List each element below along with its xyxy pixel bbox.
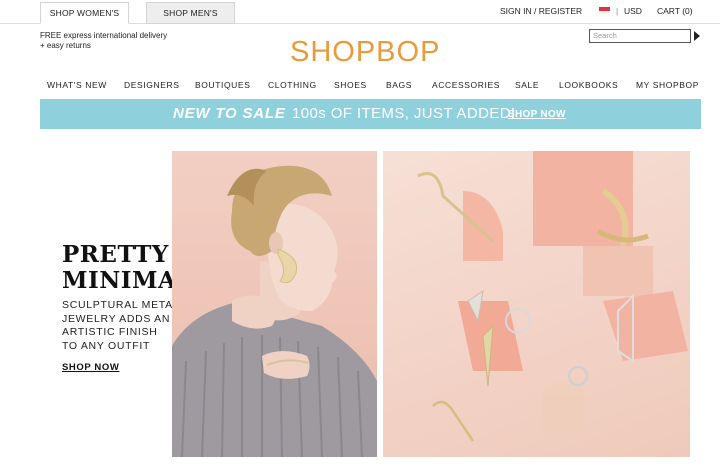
- tab-shop-womens[interactable]: SHOP WOMEN'S: [40, 2, 129, 24]
- jewelry-illustration: [417, 151, 688, 442]
- shopbop-logo[interactable]: SHOPBOP: [290, 36, 450, 69]
- jewelry-photo[interactable]: [383, 151, 690, 457]
- sign-in-register-link[interactable]: SIGN IN / REGISTER: [500, 6, 582, 16]
- model-photo[interactable]: [172, 151, 377, 457]
- banner-lead: NEW TO SALE: [173, 105, 286, 122]
- model-illustration: [172, 165, 377, 457]
- flag-icon[interactable]: [599, 7, 610, 14]
- nav-item-bags[interactable]: BAGS: [386, 80, 412, 90]
- delivery-promo-line2[interactable]: + easy returns: [40, 41, 91, 50]
- nav-item-whats-new[interactable]: WHAT'S NEW: [47, 80, 107, 90]
- arrow-right-icon[interactable]: [694, 31, 700, 41]
- search-input[interactable]: Search: [589, 29, 691, 43]
- cart-link[interactable]: CART (0): [657, 6, 693, 16]
- delivery-promo-line1[interactable]: FREE express international delivery: [40, 31, 167, 40]
- nav-item-shoes[interactable]: SHOES: [334, 80, 367, 90]
- tab-shop-mens[interactable]: SHOP MEN'S: [146, 2, 235, 24]
- nav-item-boutiques[interactable]: BOUTIQUES: [195, 80, 250, 90]
- sale-banner[interactable]: NEW TO SALE 100s OF ITEMS, JUST ADDED! S…: [40, 99, 701, 129]
- nav-item-accessories[interactable]: ACCESSORIES: [432, 80, 500, 90]
- nav-item-sale[interactable]: SALE: [515, 80, 539, 90]
- main-nav: WHAT'S NEW DESIGNERS BOUTIQUES CLOTHING …: [0, 80, 720, 94]
- banner-text: 100s OF ITEMS, JUST ADDED!: [292, 105, 516, 122]
- banner-shop-now-link[interactable]: SHOP NOW: [508, 109, 566, 120]
- currency-selector[interactable]: USD: [624, 6, 642, 16]
- nav-item-designers[interactable]: DESIGNERS: [124, 80, 179, 90]
- account-separator: |: [616, 6, 619, 16]
- nav-item-my-shopbop[interactable]: MY SHOPBOP: [636, 80, 699, 90]
- hero-shop-now-link[interactable]: SHOP NOW: [62, 362, 119, 373]
- top-bar: SHOP WOMEN'S SHOP MEN'S SIGN IN / REGIST…: [0, 0, 720, 24]
- nav-item-clothing[interactable]: CLOTHING: [268, 80, 317, 90]
- nav-item-lookbooks[interactable]: LOOKBOOKS: [559, 80, 618, 90]
